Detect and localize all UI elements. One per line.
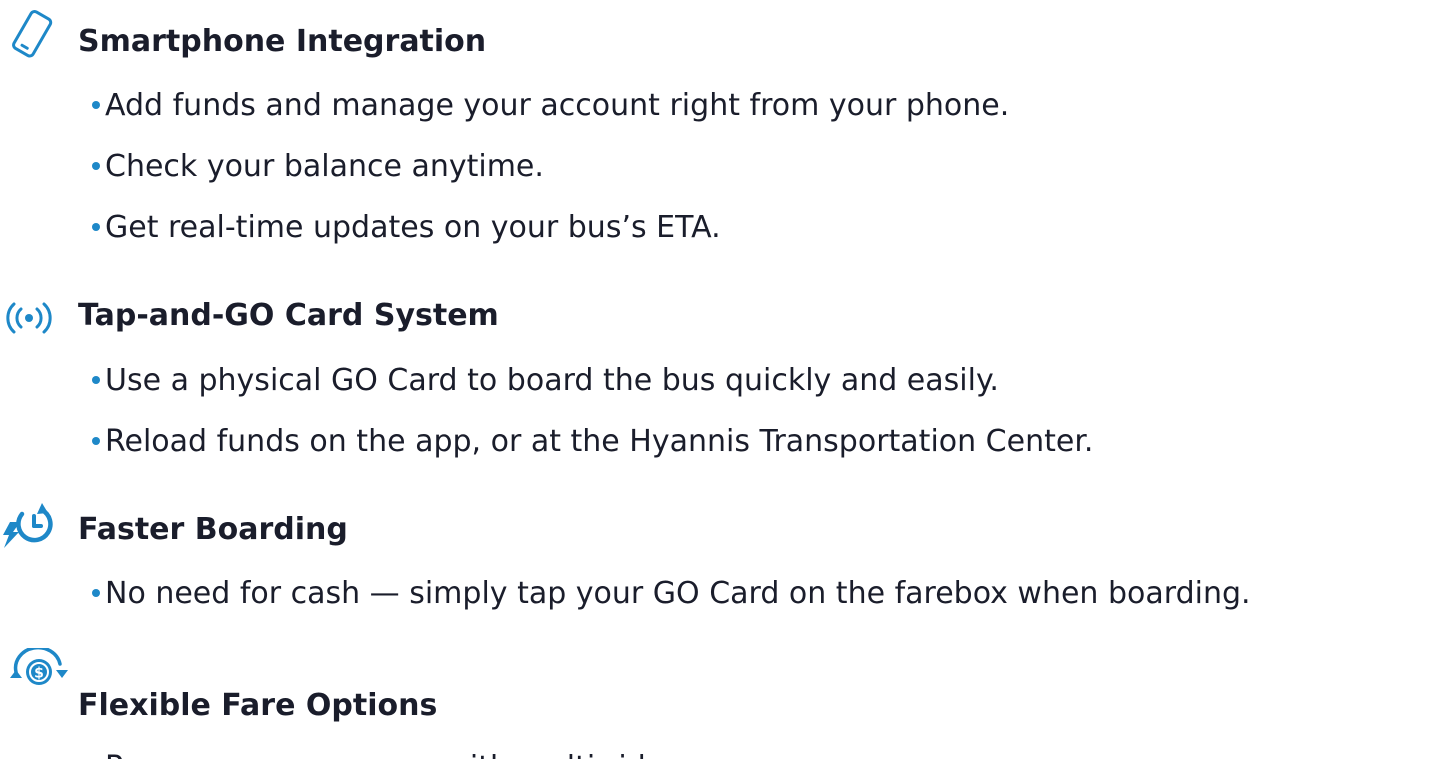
section-title-smartphone: Smartphone Integration bbox=[78, 24, 487, 59]
section-title-faster-boarding: Faster Boarding bbox=[78, 512, 348, 547]
list-item: Check your balance anytime. bbox=[92, 149, 544, 185]
fast-clock-icon bbox=[0, 500, 60, 550]
list-item: Add funds and manage your account right … bbox=[92, 88, 1009, 124]
bullet-dot bbox=[92, 223, 100, 231]
tap-signal-icon bbox=[4, 300, 54, 336]
bullet-dot bbox=[92, 376, 100, 384]
section-title-tap-and-go: Tap-and-GO Card System bbox=[78, 298, 499, 333]
list-item: Pay-as-you-go or save with multi-ride pa… bbox=[92, 750, 786, 759]
bullet-dot bbox=[92, 162, 100, 170]
list-item: Get real-time updates on your bus’s ETA. bbox=[92, 210, 721, 246]
list-item: Use a physical GO Card to board the bus … bbox=[92, 363, 999, 399]
smartphone-icon bbox=[6, 10, 64, 62]
list-item: No need for cash — simply tap your GO Ca… bbox=[92, 576, 1251, 612]
bullet-dot bbox=[92, 101, 100, 109]
list-item: Reload funds on the app, or at the Hyann… bbox=[92, 424, 1093, 460]
svg-text:$: $ bbox=[34, 666, 44, 682]
bullet-dot bbox=[92, 437, 100, 445]
section-title-flexible-fare: Flexible Fare Options bbox=[78, 688, 438, 723]
bullet-dot bbox=[92, 589, 100, 597]
currency-exchange-icon: $ bbox=[2, 648, 76, 694]
